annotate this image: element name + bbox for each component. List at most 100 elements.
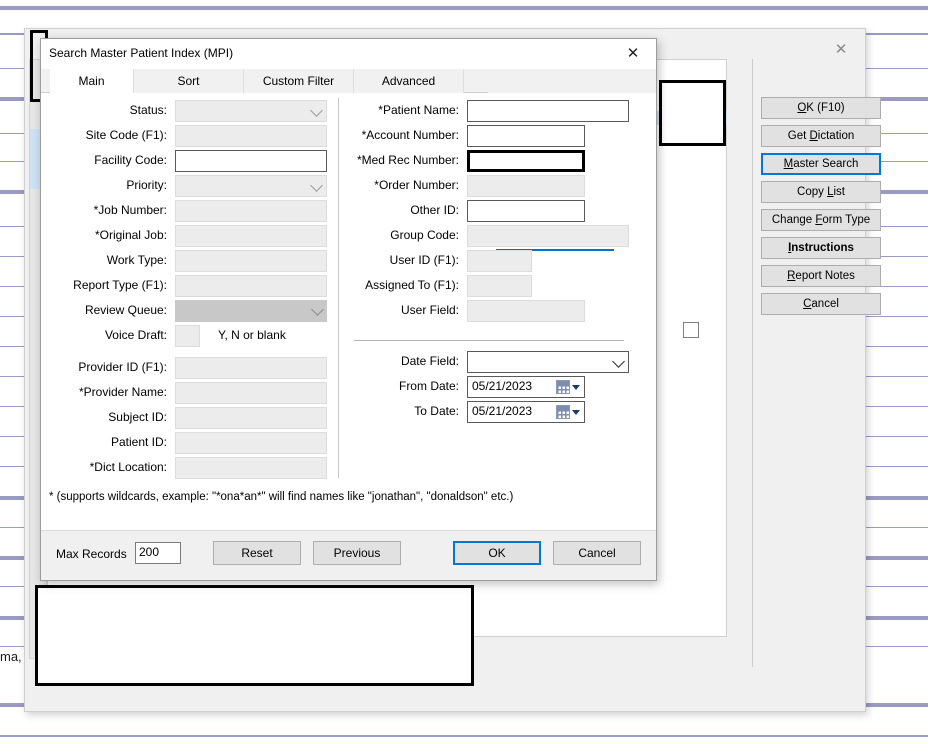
calendar-icon[interactable]	[556, 380, 570, 394]
tab-sort[interactable]: Sort	[134, 69, 244, 93]
command-button-change-form-type[interactable]: Change Form Type	[761, 209, 881, 231]
field-input-from-date[interactable]: 05/21/2023	[467, 376, 585, 398]
background-small-checkbox[interactable]	[683, 322, 699, 338]
field-label-user-field: User Field:	[401, 303, 459, 317]
field-input-review-queue[interactable]	[175, 300, 327, 322]
annotation-box-thumbnail	[659, 80, 726, 146]
field-label-facility-code: Facility Code:	[94, 153, 167, 167]
field-row-report-type-f1: Report Type (F1):	[61, 275, 327, 297]
triangle-down-icon[interactable]	[572, 410, 580, 415]
field-input-patient-name[interactable]	[467, 100, 629, 122]
field-label-date-field: Date Field:	[401, 354, 459, 368]
tab-custom-filter[interactable]: Custom Filter	[244, 69, 354, 93]
field-input-to-date[interactable]: 05/21/2023	[467, 401, 585, 423]
command-button-panel: OK (F10) Get Dictation Master Search Copy L…	[761, 97, 883, 321]
field-input-user-id-f1[interactable]	[467, 250, 532, 272]
field-input-other-id[interactable]	[467, 200, 585, 222]
field-input-facility-code[interactable]	[175, 150, 327, 172]
field-row-facility-code: Facility Code:	[61, 150, 327, 172]
field-hint-voice-draft: Y, N or blank	[218, 328, 286, 342]
field-label-original-job: *Original Job:	[95, 228, 167, 242]
chevron-down-icon[interactable]	[311, 303, 324, 316]
command-button-report-notes[interactable]: Report Notes	[761, 265, 881, 287]
field-label-status: Status:	[130, 103, 167, 117]
field-input-account-number[interactable]	[467, 125, 585, 147]
field-input-site-code-f1[interactable]	[175, 125, 327, 147]
field-row-date-field: Date Field:	[354, 351, 629, 373]
field-input-subject-id[interactable]	[175, 407, 327, 429]
tab-advanced[interactable]: Advanced	[354, 69, 464, 93]
field-input-provider-id-f1[interactable]	[175, 357, 327, 379]
field-input-job-number[interactable]	[175, 200, 327, 222]
field-label-provider-name: *Provider Name:	[79, 385, 167, 399]
field-row-site-code-f1: Site Code (F1):	[61, 125, 327, 147]
field-row-work-type: Work Type:	[61, 250, 327, 272]
tab-label: Main	[78, 74, 104, 88]
field-input-provider-name[interactable]	[175, 382, 327, 404]
field-input-assigned-to-f1[interactable]	[467, 275, 532, 297]
command-button-get-dictation[interactable]: Get Dictation	[761, 125, 881, 147]
command-button-copy-list[interactable]: Copy List	[761, 181, 881, 203]
ruled-line	[0, 6, 928, 10]
tab-strip-filler	[488, 69, 656, 93]
calendar-icon[interactable]	[556, 405, 570, 419]
field-input-original-job[interactable]	[175, 225, 327, 247]
field-label-user-id-f1: User ID (F1):	[390, 253, 459, 267]
tab-label: Custom Filter	[263, 74, 334, 88]
field-input-med-rec-number[interactable]	[467, 150, 585, 172]
field-input-work-type[interactable]	[175, 250, 327, 272]
field-input-voice-draft[interactable]	[175, 325, 200, 347]
command-button-master-search[interactable]: Master Search	[761, 153, 881, 175]
tab-main[interactable]: Main	[50, 69, 134, 94]
field-row-patient-name: *Patient Name:	[354, 100, 629, 122]
triangle-down-icon[interactable]	[572, 385, 580, 390]
field-label-group-code: Group Code:	[390, 228, 459, 242]
field-row-user-field: User Field:	[354, 300, 585, 322]
date-section-separator	[354, 340, 624, 341]
dialog-footer: Max Records 200 ResetPreviousOKCancel	[41, 530, 656, 580]
footer-button-cancel[interactable]: Cancel	[553, 541, 641, 565]
dialog-title-bar: Search Master Patient Index (MPI) ✕	[41, 39, 656, 69]
field-row-original-job: *Original Job:	[61, 225, 327, 247]
field-input-dict-location[interactable]	[175, 457, 327, 479]
dialog-tab-strip: Main Sort Custom Filter Advanced	[41, 69, 656, 93]
footer-button-ok[interactable]: OK	[453, 541, 541, 565]
footer-button-reset[interactable]: Reset	[213, 541, 301, 565]
date-picker-control[interactable]	[556, 405, 580, 419]
close-icon[interactable]: ✕	[827, 37, 855, 61]
chevron-down-icon[interactable]	[612, 355, 625, 368]
command-button-ok-f10[interactable]: OK (F10)	[761, 97, 881, 119]
field-input-report-type-f1[interactable]	[175, 275, 327, 297]
field-row-priority: Priority:	[61, 175, 327, 197]
field-input-patient-id[interactable]	[175, 432, 327, 454]
field-row-provider-id-f1: Provider ID (F1):	[61, 357, 327, 379]
field-input-group-code[interactable]	[467, 225, 629, 247]
chevron-down-icon[interactable]	[310, 179, 323, 192]
field-input-priority[interactable]	[175, 175, 327, 197]
field-label-priority: Priority:	[126, 178, 167, 192]
field-row-voice-draft: Voice Draft:Y, N or blank	[61, 325, 200, 347]
field-row-order-number: *Order Number:	[354, 175, 585, 197]
field-input-date-field[interactable]	[467, 351, 629, 373]
annotation-box-bottom	[35, 585, 474, 686]
field-label-work-type: Work Type:	[107, 253, 167, 267]
close-icon[interactable]: ✕	[612, 39, 654, 67]
field-value-to-date: 05/21/2023	[472, 404, 532, 418]
date-picker-control[interactable]	[556, 380, 580, 394]
field-label-report-type-f1: Report Type (F1):	[73, 278, 167, 292]
max-records-input[interactable]: 200	[135, 542, 181, 564]
field-label-patient-id: Patient ID:	[111, 435, 167, 449]
field-label-assigned-to-f1: Assigned To (F1):	[365, 278, 459, 292]
field-label-other-id: Other ID:	[410, 203, 459, 217]
command-button-cancel[interactable]: Cancel	[761, 293, 881, 315]
field-row-subject-id: Subject ID:	[61, 407, 327, 429]
field-label-from-date: From Date:	[399, 379, 459, 393]
chevron-down-icon[interactable]	[310, 104, 323, 117]
footer-button-previous[interactable]: Previous	[313, 541, 401, 565]
field-label-provider-id-f1: Provider ID (F1):	[78, 360, 167, 374]
field-input-user-field[interactable]	[467, 300, 585, 322]
field-input-order-number[interactable]	[467, 175, 585, 197]
background-vertical-separator	[752, 59, 753, 667]
field-input-status[interactable]	[175, 100, 327, 122]
command-button-instructions[interactable]: Instructions	[761, 237, 881, 259]
